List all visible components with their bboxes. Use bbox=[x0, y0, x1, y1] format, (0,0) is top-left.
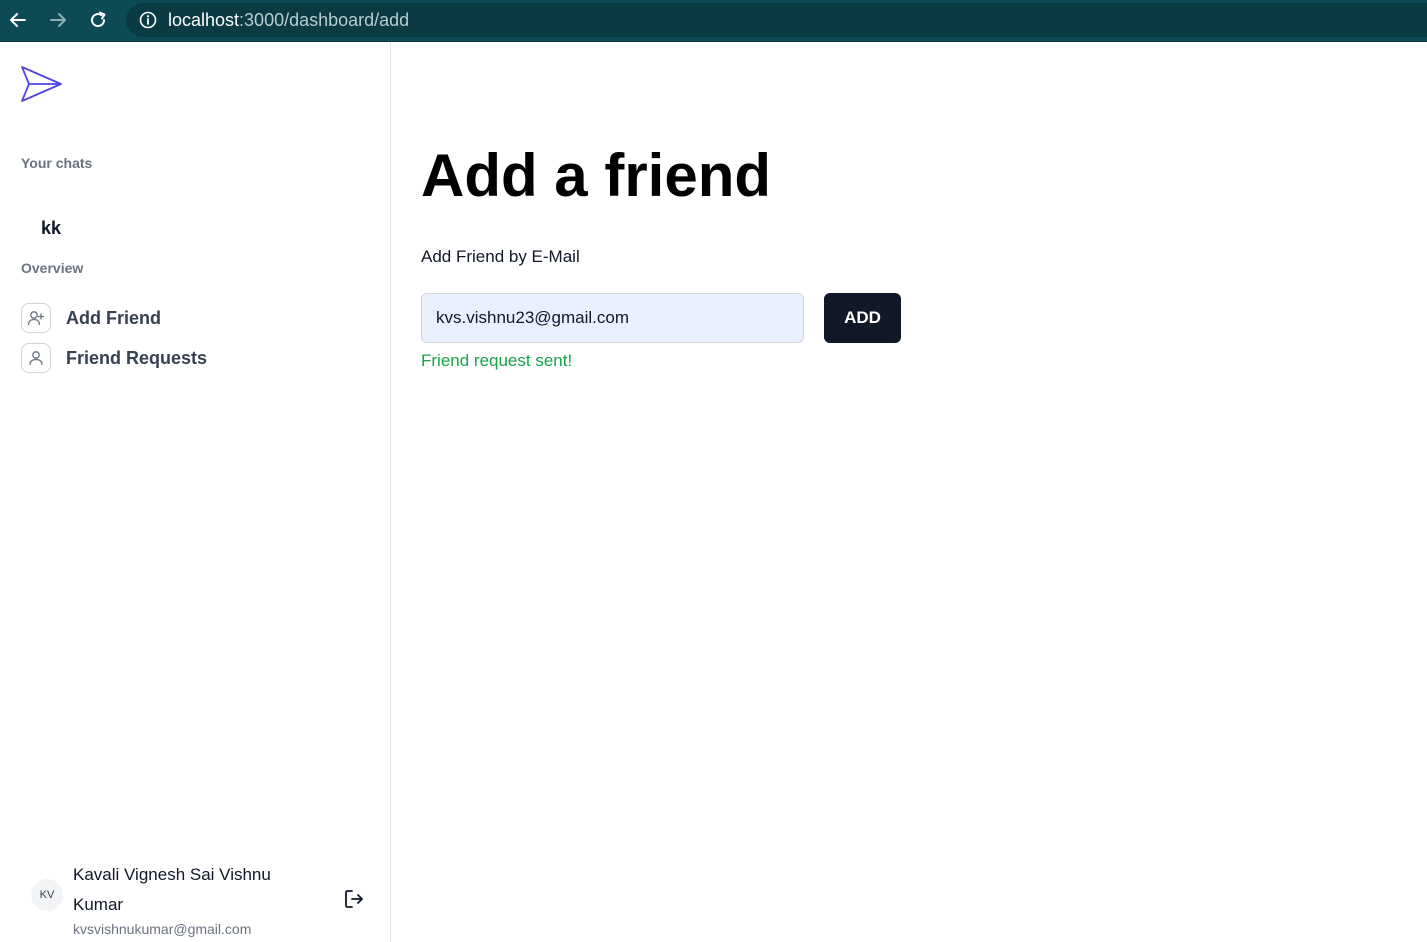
email-field[interactable] bbox=[421, 293, 804, 343]
browser-toolbar: localhost:3000/dashboard/add bbox=[0, 0, 1427, 42]
main-content: Add a friend Add Friend by E-Mail ADD Fr… bbox=[391, 42, 1427, 942]
user-icon bbox=[21, 343, 51, 373]
site-info-icon[interactable] bbox=[139, 11, 157, 29]
reload-icon bbox=[91, 11, 106, 28]
sidebar-item-label: Friend Requests bbox=[66, 347, 208, 368]
url-host: localhost bbox=[168, 10, 240, 30]
back-button[interactable] bbox=[5, 7, 31, 33]
profile-email: kvsvishnukumar@gmail.com bbox=[73, 921, 252, 937]
email-field-label: Add Friend by E-Mail bbox=[421, 247, 580, 266]
add-button[interactable]: ADD bbox=[824, 293, 901, 343]
overview-heading: Overview bbox=[21, 260, 84, 276]
user-profile: KV Kavali Vignesh Sai Vishnu Kumar kvsvi… bbox=[0, 857, 390, 942]
arrow-left-icon bbox=[10, 13, 26, 27]
page-title: Add a friend bbox=[421, 142, 772, 209]
forward-button[interactable] bbox=[45, 7, 71, 33]
sidebar-item-label: Add Friend bbox=[66, 307, 161, 328]
url-text: localhost:3000/dashboard/add bbox=[168, 9, 409, 31]
log-out-icon bbox=[345, 890, 363, 908]
sidebar: Your chats kk Overview Add Friend Friend… bbox=[0, 42, 391, 942]
arrow-right-icon bbox=[50, 13, 66, 27]
sidebar-item-add-friend[interactable]: Add Friend bbox=[21, 303, 321, 333]
chat-item[interactable]: kk bbox=[41, 218, 61, 239]
paper-plane-icon[interactable] bbox=[20, 64, 64, 104]
your-chats-heading: Your chats bbox=[21, 155, 93, 171]
reload-button[interactable] bbox=[85, 7, 111, 33]
sidebar-item-friend-requests[interactable]: Friend Requests bbox=[21, 343, 321, 373]
address-bar[interactable]: localhost:3000/dashboard/add bbox=[126, 3, 1427, 37]
avatar: KV bbox=[31, 879, 63, 911]
profile-name: Kavali Vignesh Sai Vishnu Kumar bbox=[73, 865, 271, 914]
user-plus-icon bbox=[21, 303, 51, 333]
sign-out-button[interactable] bbox=[342, 887, 366, 911]
success-message: Friend request sent! bbox=[421, 351, 573, 370]
url-path: :3000/dashboard/add bbox=[239, 10, 410, 30]
